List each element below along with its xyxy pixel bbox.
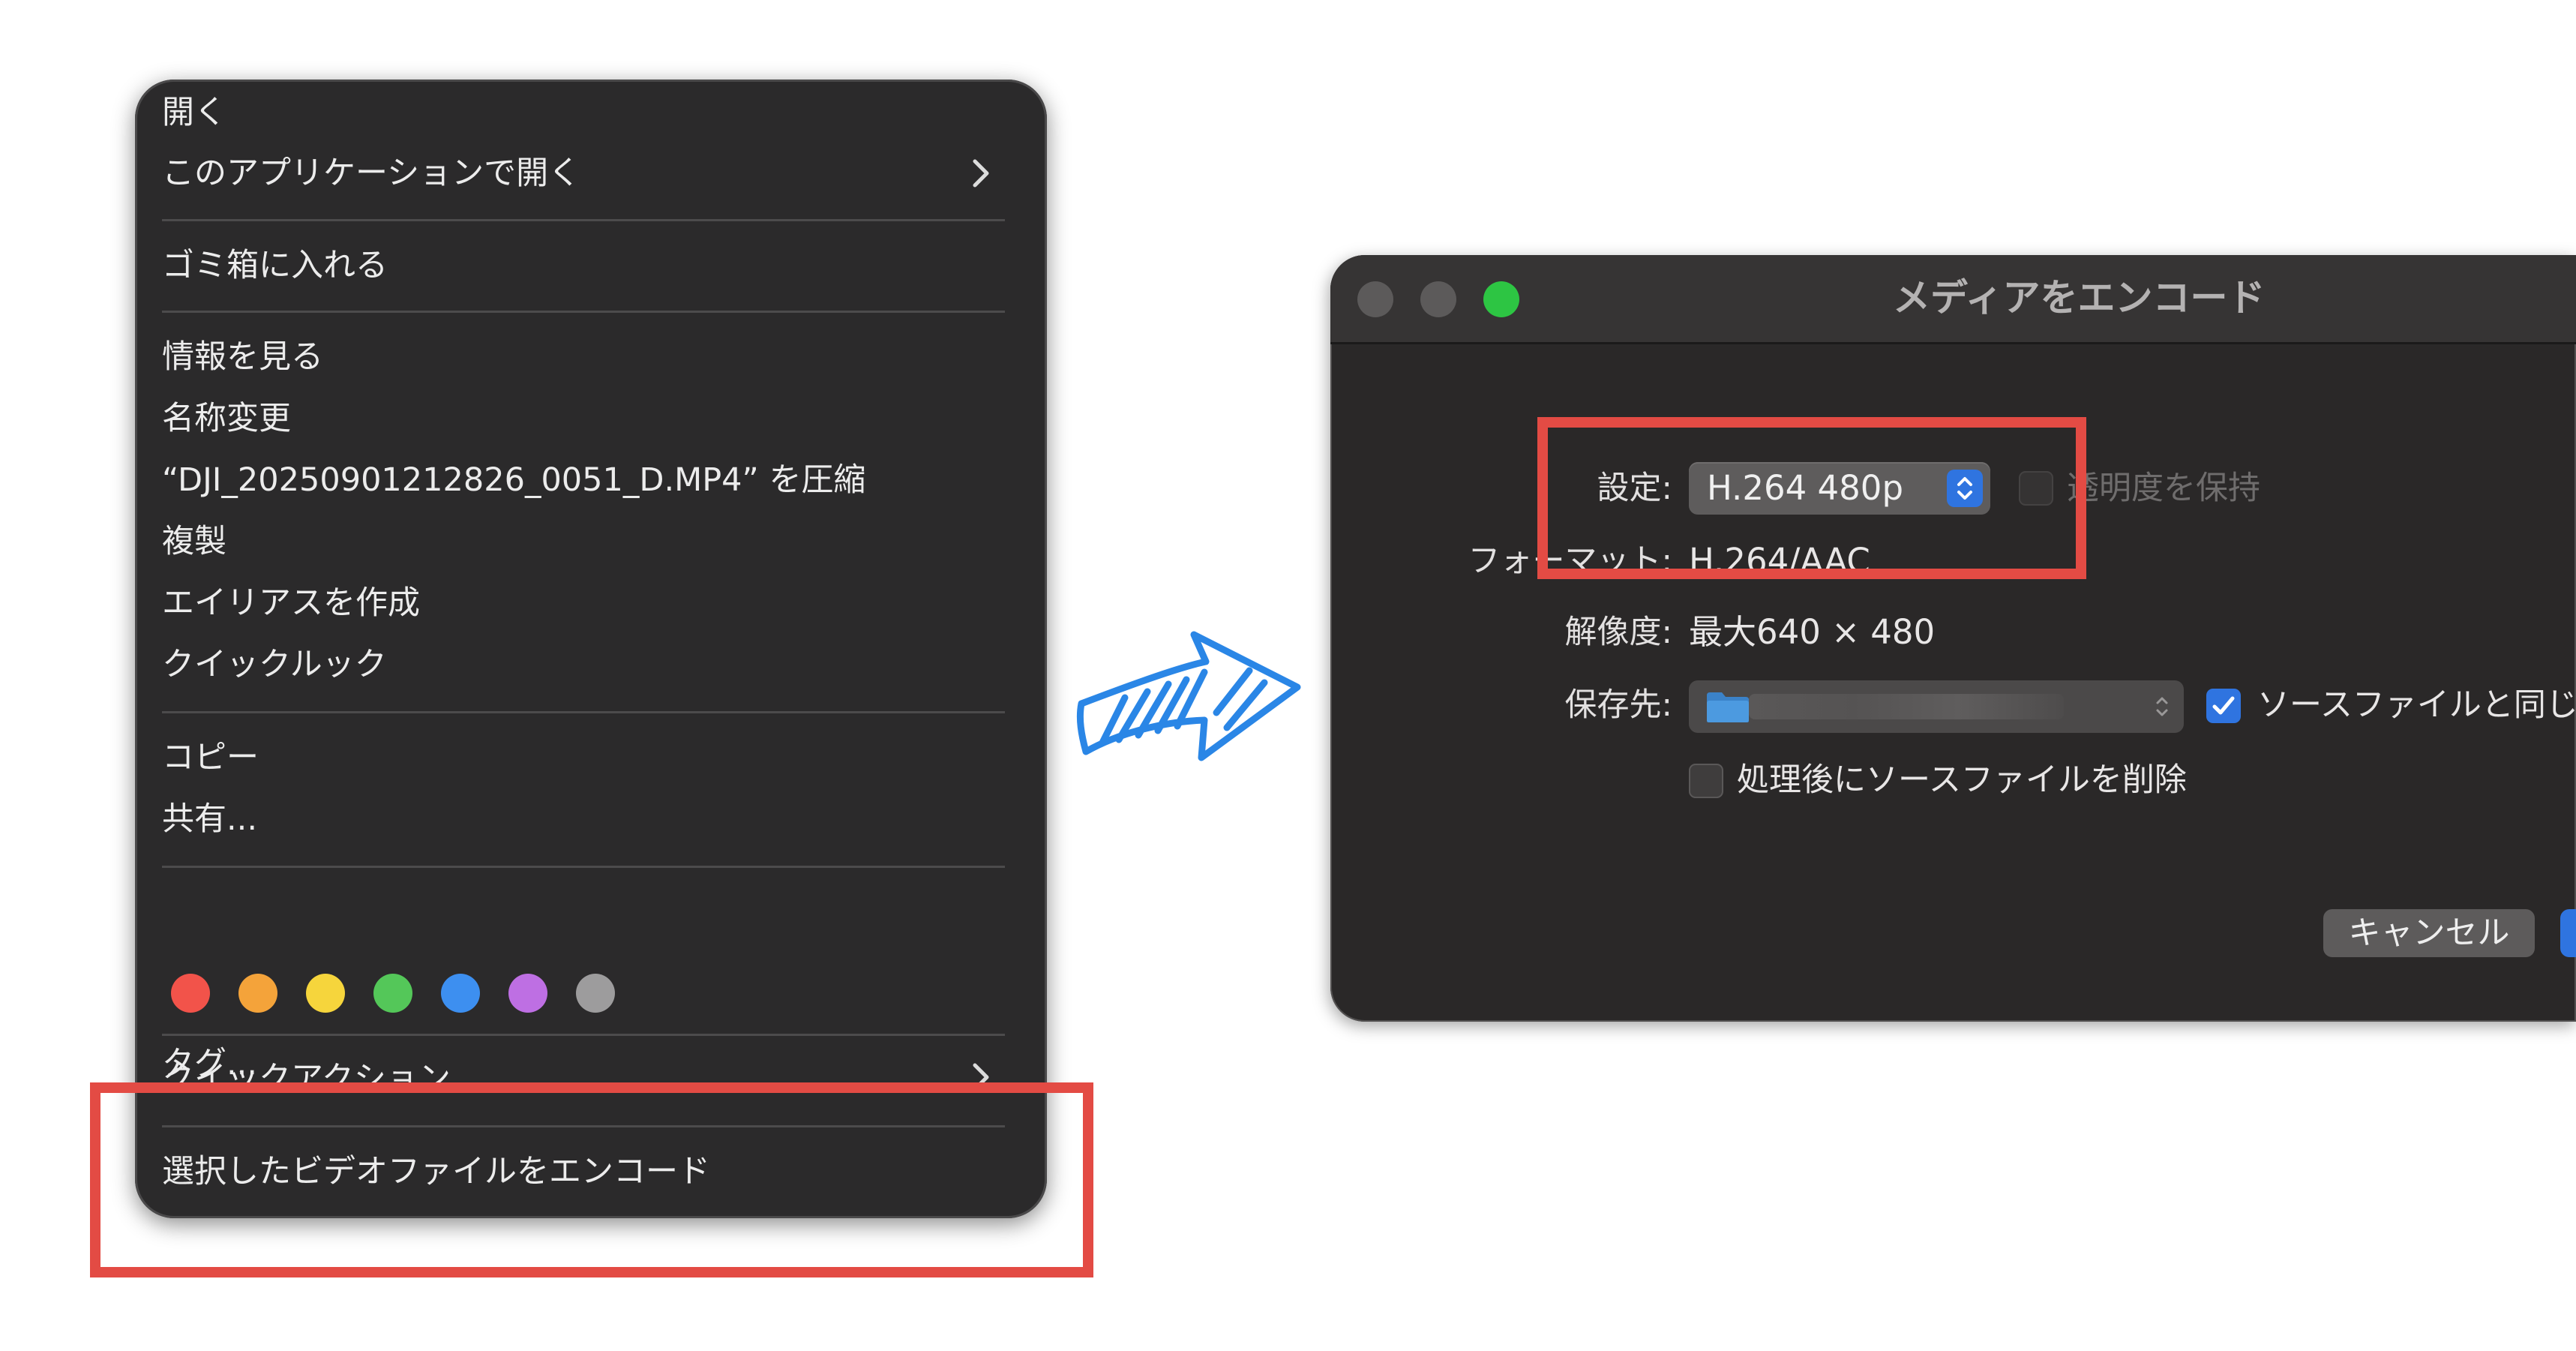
cancel-button[interactable]: キャンセル [2323,909,2535,957]
menu-separator [162,1034,1005,1036]
menu-item-copy[interactable]: コピー [162,735,259,780]
preserve-transparency-label: 透明度を保持 [2067,470,2260,507]
same-as-source-checkbox[interactable] [2206,689,2241,723]
up-down-chevron-icon [2156,697,2168,716]
tag-color-purple[interactable] [508,974,547,1013]
arrow-right-icon [1076,631,1301,761]
highlight-box-encode [90,1082,1093,1277]
menu-item-open-with[interactable]: このアプリケーションで開く [162,151,580,196]
close-button[interactable] [1357,281,1393,317]
menu-item-rename[interactable]: 名称変更 [162,396,291,441]
menu-item-compress[interactable]: “DJI_20250901212826_0051_D.MP4” を圧縮 [162,458,865,503]
tag-color-red[interactable] [171,974,210,1013]
menu-item-move-to-trash[interactable]: ゴミ箱に入れる [162,243,388,288]
chevron-right-icon [973,159,989,188]
highlight-box-setting [1537,417,2086,579]
folder-icon [1707,692,1749,722]
context-menu: 開く このアプリケーションで開く ゴミ箱に入れる 情報を見る 名称変更 “DJI… [135,80,1047,1218]
destination-popup[interactable] [1689,680,2184,733]
title-bar: メディアをエンコード [1330,255,2576,344]
menu-item-get-info[interactable]: 情報を見る [162,335,323,380]
tag-color-gray[interactable] [576,974,615,1013]
tag-color-orange[interactable] [238,974,277,1013]
minimize-button[interactable] [1420,281,1456,317]
same-as-source-label: ソースファイルと同じ [2257,686,2576,724]
menu-item-share[interactable]: 共有... [162,797,257,842]
destination-label: 保存先: [1564,686,1673,724]
tag-color-yellow[interactable] [306,974,345,1013]
menu-separator [162,219,1005,221]
delete-after-checkbox[interactable] [1689,764,1723,798]
zoom-button[interactable] [1483,281,1519,317]
menu-item-open[interactable]: 開く [162,90,226,135]
menu-separator [162,866,1005,868]
tag-color-blue[interactable] [441,974,480,1013]
checkmark-icon [2212,696,2235,715]
ok-button[interactable] [2560,909,2576,957]
delete-after-label: 処理後にソースファイルを削除 [1737,761,2187,799]
menu-item-quick-look[interactable]: クイックルック [162,642,387,687]
encode-media-dialog: メディアをエンコード 設定: H.264 480p 透明度を保持 フォーマット:… [1330,255,2576,1022]
dialog-title: メディアをエンコード [1893,276,2266,320]
menu-separator [162,711,1005,713]
destination-path-blurred [1749,694,2064,719]
resolution-label: 解像度: [1564,614,1673,651]
resolution-value: 最大640 × 480 [1689,612,1936,652]
tag-color-green[interactable] [373,974,412,1013]
menu-separator [162,311,1005,313]
menu-item-make-alias[interactable]: エイリアスを作成 [162,581,420,626]
menu-item-duplicate[interactable]: 複製 [162,519,226,564]
